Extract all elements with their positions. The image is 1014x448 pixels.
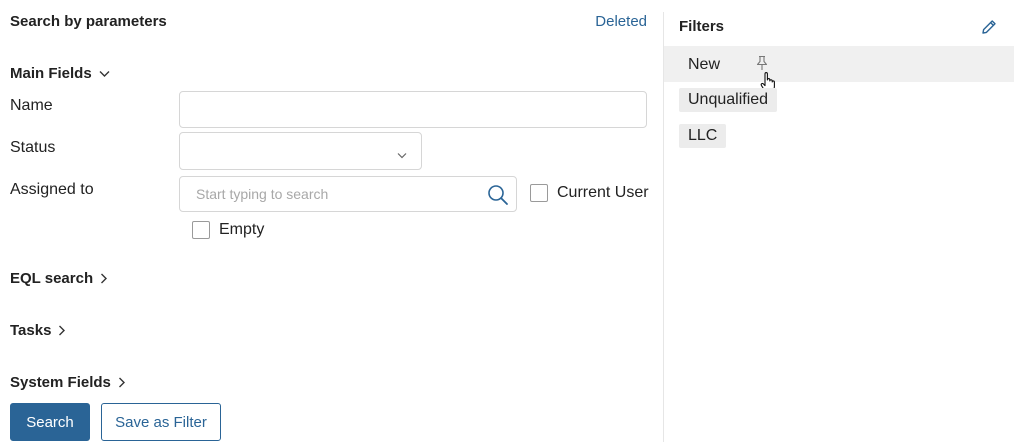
status-select[interactable] xyxy=(179,132,422,170)
assigned-to-placeholder: Start typing to search xyxy=(196,186,329,202)
search-button[interactable]: Search xyxy=(10,403,90,441)
name-input[interactable] xyxy=(179,91,647,128)
tasks-toggle[interactable]: Tasks xyxy=(10,322,66,339)
search-icon[interactable] xyxy=(487,184,509,211)
page-title: Search by parameters xyxy=(10,13,167,30)
system-fields-label: System Fields xyxy=(10,374,111,391)
save-as-filter-button[interactable]: Save as Filter xyxy=(101,403,221,441)
filters-panel: Filters New Unqualified LLC xyxy=(664,0,1014,448)
status-label: Status xyxy=(10,139,56,156)
chevron-down-icon xyxy=(397,146,407,164)
empty-label: Empty xyxy=(219,221,265,238)
search-panel: Search by parameters Deleted Main Fields… xyxy=(0,0,663,448)
eql-search-toggle[interactable]: EQL search xyxy=(10,270,108,287)
chevron-right-icon xyxy=(100,273,108,284)
chevron-right-icon xyxy=(58,325,66,336)
chevron-down-icon xyxy=(99,70,110,78)
system-fields-toggle[interactable]: System Fields xyxy=(10,374,126,391)
assigned-to-input[interactable]: Start typing to search xyxy=(179,176,517,212)
name-label: Name xyxy=(10,97,53,114)
assigned-to-label: Assigned to xyxy=(10,181,94,198)
filter-chip-unqualified[interactable]: Unqualified xyxy=(679,88,778,112)
empty-checkbox[interactable] xyxy=(192,221,210,239)
chevron-right-icon xyxy=(118,377,126,388)
main-fields-label: Main Fields xyxy=(10,65,92,82)
tasks-label: Tasks xyxy=(10,322,52,339)
deleted-link[interactable]: Deleted xyxy=(595,13,647,30)
current-user-checkbox[interactable] xyxy=(530,184,548,202)
pencil-icon[interactable] xyxy=(980,18,998,41)
main-fields-toggle[interactable]: Main Fields xyxy=(10,65,110,82)
filters-title: Filters xyxy=(679,18,725,35)
eql-search-label: EQL search xyxy=(10,270,94,287)
filter-chip-new[interactable]: New xyxy=(679,53,729,77)
current-user-label: Current User xyxy=(557,184,649,201)
filter-chip-llc[interactable]: LLC xyxy=(679,124,727,148)
